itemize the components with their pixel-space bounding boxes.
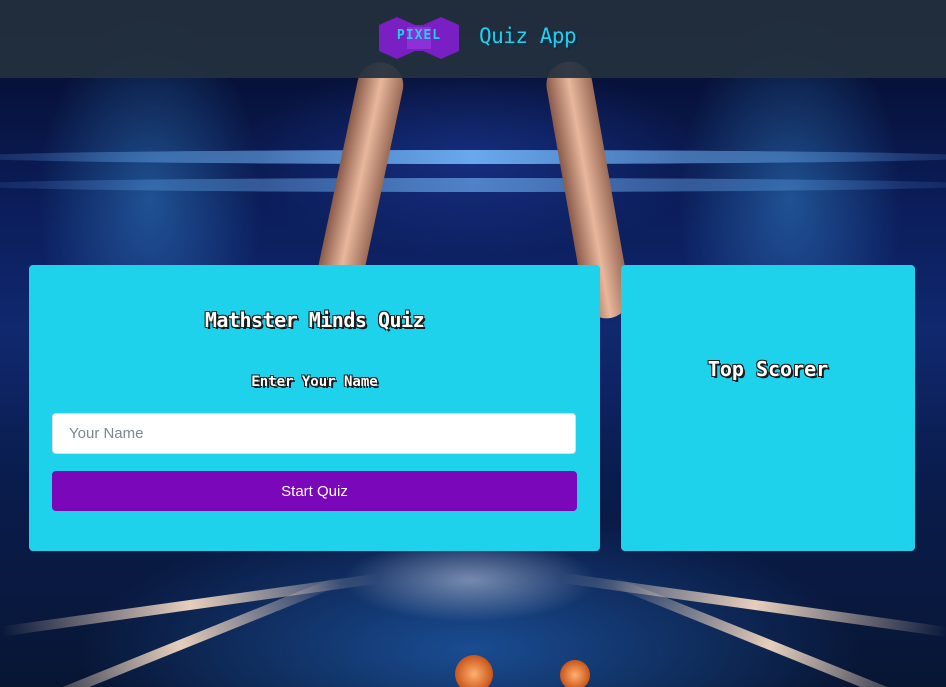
top-scorer-title: Top Scorer — [707, 357, 829, 381]
stage-light-ring — [0, 178, 946, 192]
quiz-start-card: Mathster Minds Quiz Enter Your Name Star… — [29, 265, 600, 551]
floor-light-orb — [560, 660, 590, 687]
name-input[interactable] — [52, 413, 576, 454]
pixel-logo[interactable]: PIXEL — [377, 15, 461, 61]
quiz-title: Mathster Minds Quiz — [204, 308, 425, 332]
stage-light-ring — [0, 150, 946, 164]
floor-light-orb — [455, 655, 493, 687]
top-header: PIXEL Quiz App — [0, 0, 946, 78]
top-scorer-card: Top Scorer — [621, 265, 915, 551]
floor-light-ray — [20, 576, 340, 687]
name-label: Enter Your Name — [251, 374, 378, 390]
logo-text: PIXEL — [396, 28, 442, 43]
start-quiz-button[interactable]: Start Quiz — [52, 471, 577, 511]
app-title: Quiz App — [479, 24, 577, 48]
